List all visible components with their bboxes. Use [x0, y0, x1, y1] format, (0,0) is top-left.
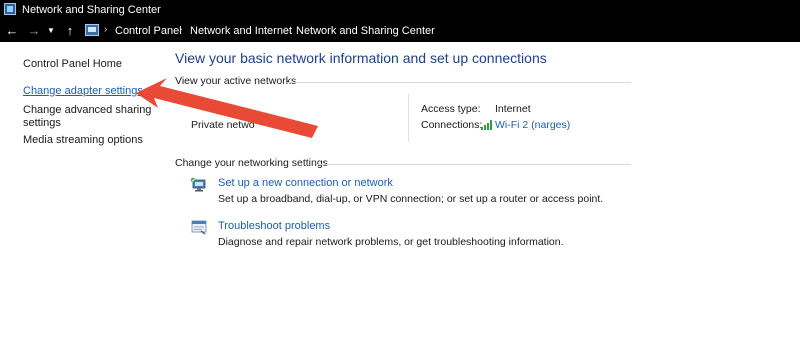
- section-divider: [317, 164, 631, 165]
- network-center-icon: [4, 3, 16, 15]
- window-title: Network and Sharing Center: [22, 4, 161, 16]
- section-divider: [287, 82, 631, 83]
- arrow-up-icon[interactable]: ↑: [62, 23, 78, 39]
- breadcrumb-separator[interactable]: ›: [104, 24, 107, 35]
- breadcrumb-separator[interactable]: ›: [179, 24, 182, 35]
- change-adapter-settings-link[interactable]: Change adapter settings: [23, 85, 143, 98]
- active-networks-heading: View your active networks: [175, 75, 297, 87]
- wifi-signal-icon: [481, 120, 493, 130]
- setup-new-connection-description: Set up a broadband, dial-up, or VPN conn…: [218, 193, 604, 205]
- breadcrumb-control-panel[interactable]: Control Panel: [115, 25, 182, 37]
- access-type-value: Internet: [495, 103, 531, 115]
- left-pane: Control Panel Home Change adapter settin…: [0, 42, 170, 348]
- page-title: View your basic network information and …: [175, 50, 547, 66]
- troubleshoot-problems-link[interactable]: Troubleshoot problems: [218, 220, 330, 232]
- change-advanced-sharing-link[interactable]: Change advanced sharing: [23, 104, 151, 117]
- troubleshoot-problems-description: Diagnose and repair network problems, or…: [218, 236, 564, 248]
- address-bar: ← → ▼ ↑ › Control Panel › Network and In…: [0, 20, 800, 42]
- breadcrumb-network-and-internet[interactable]: Network and Internet: [190, 25, 292, 37]
- breadcrumb-separator[interactable]: ›: [285, 24, 288, 35]
- arrow-right-icon[interactable]: →: [26, 23, 42, 39]
- network-name: Private netwo: [191, 119, 255, 131]
- vertical-divider: [408, 94, 409, 142]
- setup-new-connection-link[interactable]: Set up a new connection or network: [218, 177, 393, 189]
- access-type-label: Access type:: [421, 103, 481, 115]
- breadcrumb-network-and-sharing-center[interactable]: Network and Sharing Center: [296, 25, 435, 37]
- control-panel-icon: [85, 24, 99, 36]
- chevron-down-icon[interactable]: ▼: [46, 23, 56, 39]
- connections-label: Connections:: [421, 119, 483, 131]
- title-bar: Network and Sharing Center: [0, 0, 800, 20]
- change-advanced-sharing-link-line2[interactable]: settings: [23, 117, 61, 130]
- media-streaming-options-link[interactable]: Media streaming options: [23, 134, 143, 147]
- control-panel-home-link[interactable]: Control Panel Home: [23, 58, 122, 71]
- troubleshoot-icon: [191, 220, 207, 235]
- change-networking-settings-heading: Change your networking settings: [175, 157, 328, 169]
- main-content: View your basic network information and …: [175, 42, 800, 348]
- arrow-left-icon[interactable]: ←: [4, 23, 20, 39]
- wifi-connection-link[interactable]: Wi-Fi 2 (narges): [495, 119, 570, 131]
- network-setup-icon: [190, 177, 206, 192]
